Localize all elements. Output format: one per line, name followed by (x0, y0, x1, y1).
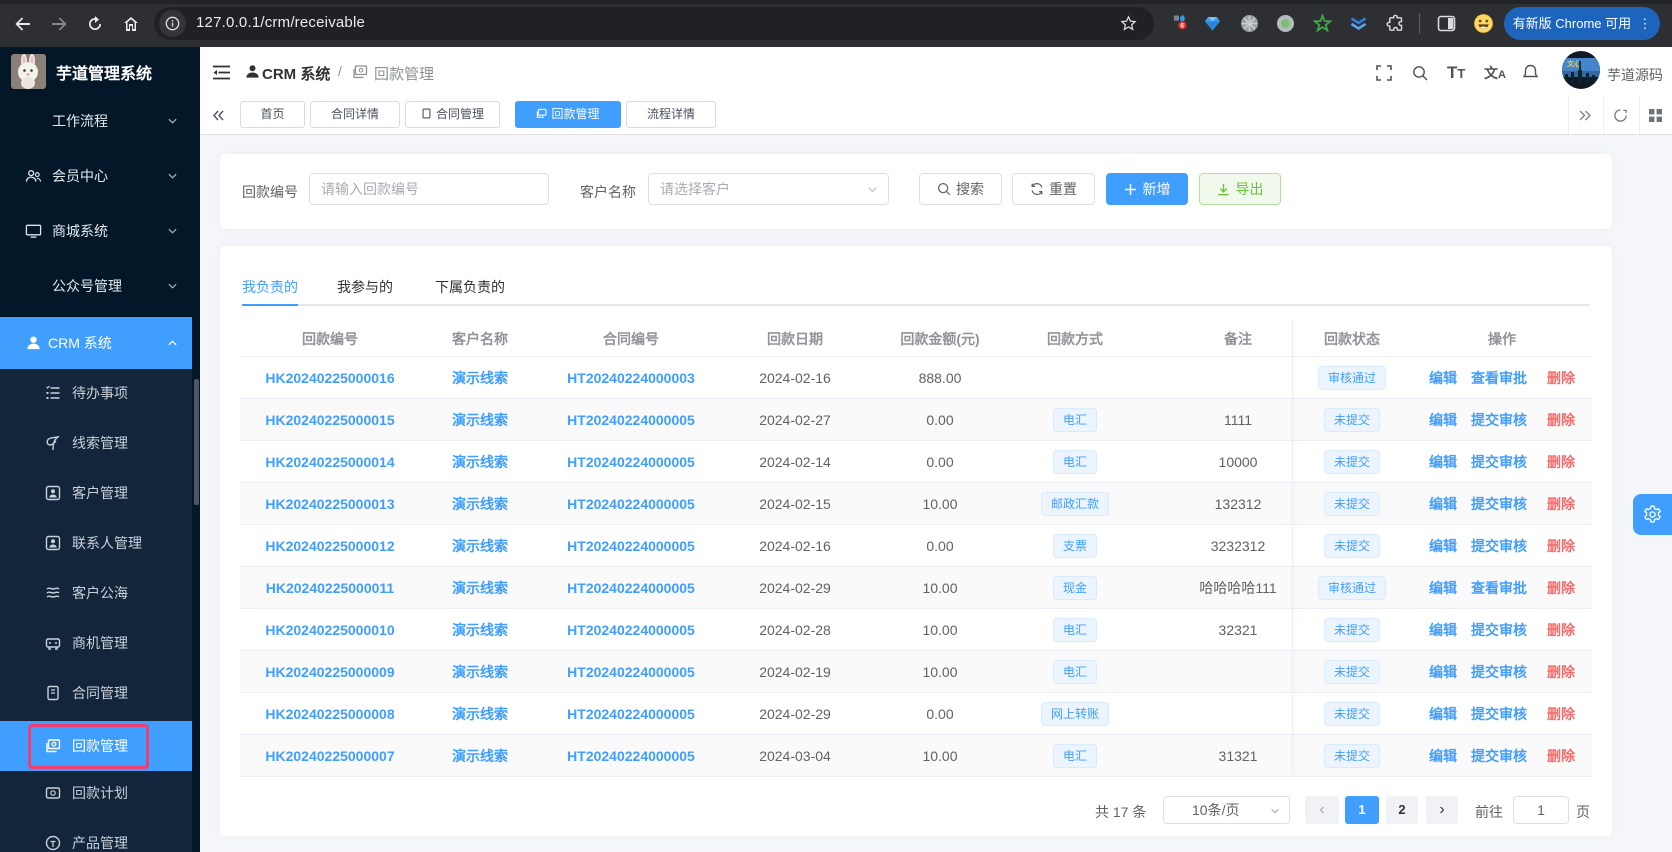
svg-text:6: 6 (1180, 23, 1184, 30)
svg-text:文心: 文心 (1567, 59, 1581, 68)
